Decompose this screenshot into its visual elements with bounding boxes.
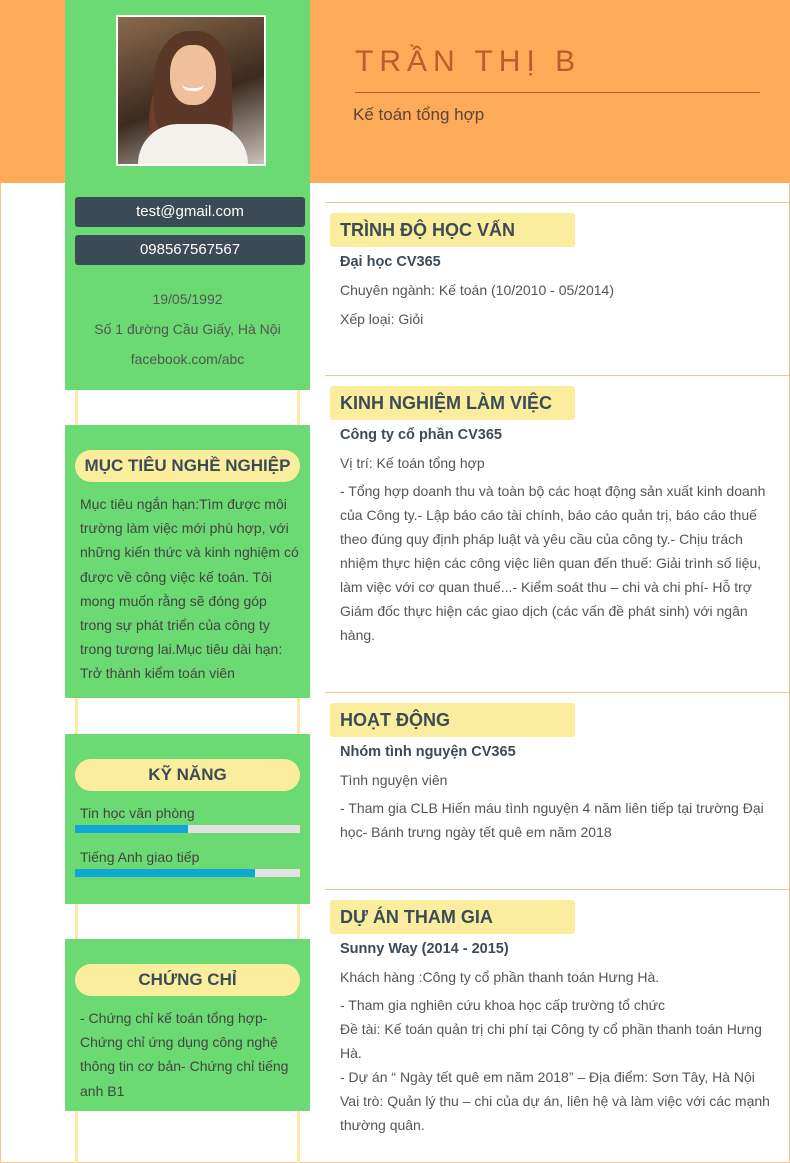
experience-heading: KINH NGHIỆM LÀM VIỆC [330,386,575,420]
skill-label: Tiếng Anh giao tiếp [80,849,200,865]
phone-pill[interactable]: 098567567567 [75,235,305,265]
education-major: Chuyên ngành: Kế toán (10/2010 - 05/2014… [340,282,614,298]
experience-description: - Tổng hợp doanh thu và toàn bộ các hoạt… [340,483,766,643]
section-divider [325,692,790,693]
project-name: Sunny Way (2014 - 2015) [340,941,509,957]
section-divider [325,375,790,376]
project-description: - Tham gia nghiên cứu khoa học cấp trườn… [340,997,770,1133]
objective-heading: MỤC TIÊU NGHỀ NGHIỆP [75,450,300,482]
skill-bar [75,825,300,833]
certificates-heading: CHỨNG CHỈ [75,964,300,996]
experience-company: Công ty cổ phần CV365 [340,427,502,443]
candidate-name: TRẦN THỊ B [355,45,582,78]
education-grade: Xếp loại: Giỏi [340,311,424,327]
birthday: 19/05/1992 [152,291,223,307]
skills-heading: KỸ NĂNG [75,759,300,791]
objective-text: Mục tiêu ngắn hạn:Tìm được môi trường là… [80,496,299,682]
section-divider [325,889,790,890]
profile-photo [116,15,266,166]
skill-bar-fill [75,869,255,877]
activities-role: Tình nguyện viên [340,772,448,788]
education-school: Đại học CV365 [340,254,441,270]
activities-description: - Tham gia CLB Hiến máu tình nguyện 4 nă… [340,800,764,840]
facebook-link[interactable]: facebook.com/abc [65,351,310,367]
education-heading: TRÌNH ĐỘ HỌC VẤN [330,213,575,247]
job-title: Kế toán tổng hợp [353,105,485,124]
skill-bar-fill [75,825,188,833]
project-client: Khách hàng :Công ty cổ phần thanh toán H… [340,969,660,985]
projects-heading: DỰ ÁN THAM GIA [330,900,575,934]
skill-label: Tin học văn phòng [80,805,195,821]
skill-bar [75,869,300,877]
section-divider [325,202,790,203]
name-divider [355,92,760,93]
address: Số 1 đường Cầu Giấy, Hà Nội [94,321,281,337]
experience-position: Vị trí: Kế toán tổng hợp [340,455,485,471]
certificates-text: - Chứng chỉ kế toán tổng hợp- Chứng chỉ … [80,1010,289,1099]
activities-org: Nhóm tình nguyện CV365 [340,744,516,760]
activities-heading: HOẠT ĐỘNG [330,703,575,737]
email-pill[interactable]: test@gmail.com [75,197,305,227]
